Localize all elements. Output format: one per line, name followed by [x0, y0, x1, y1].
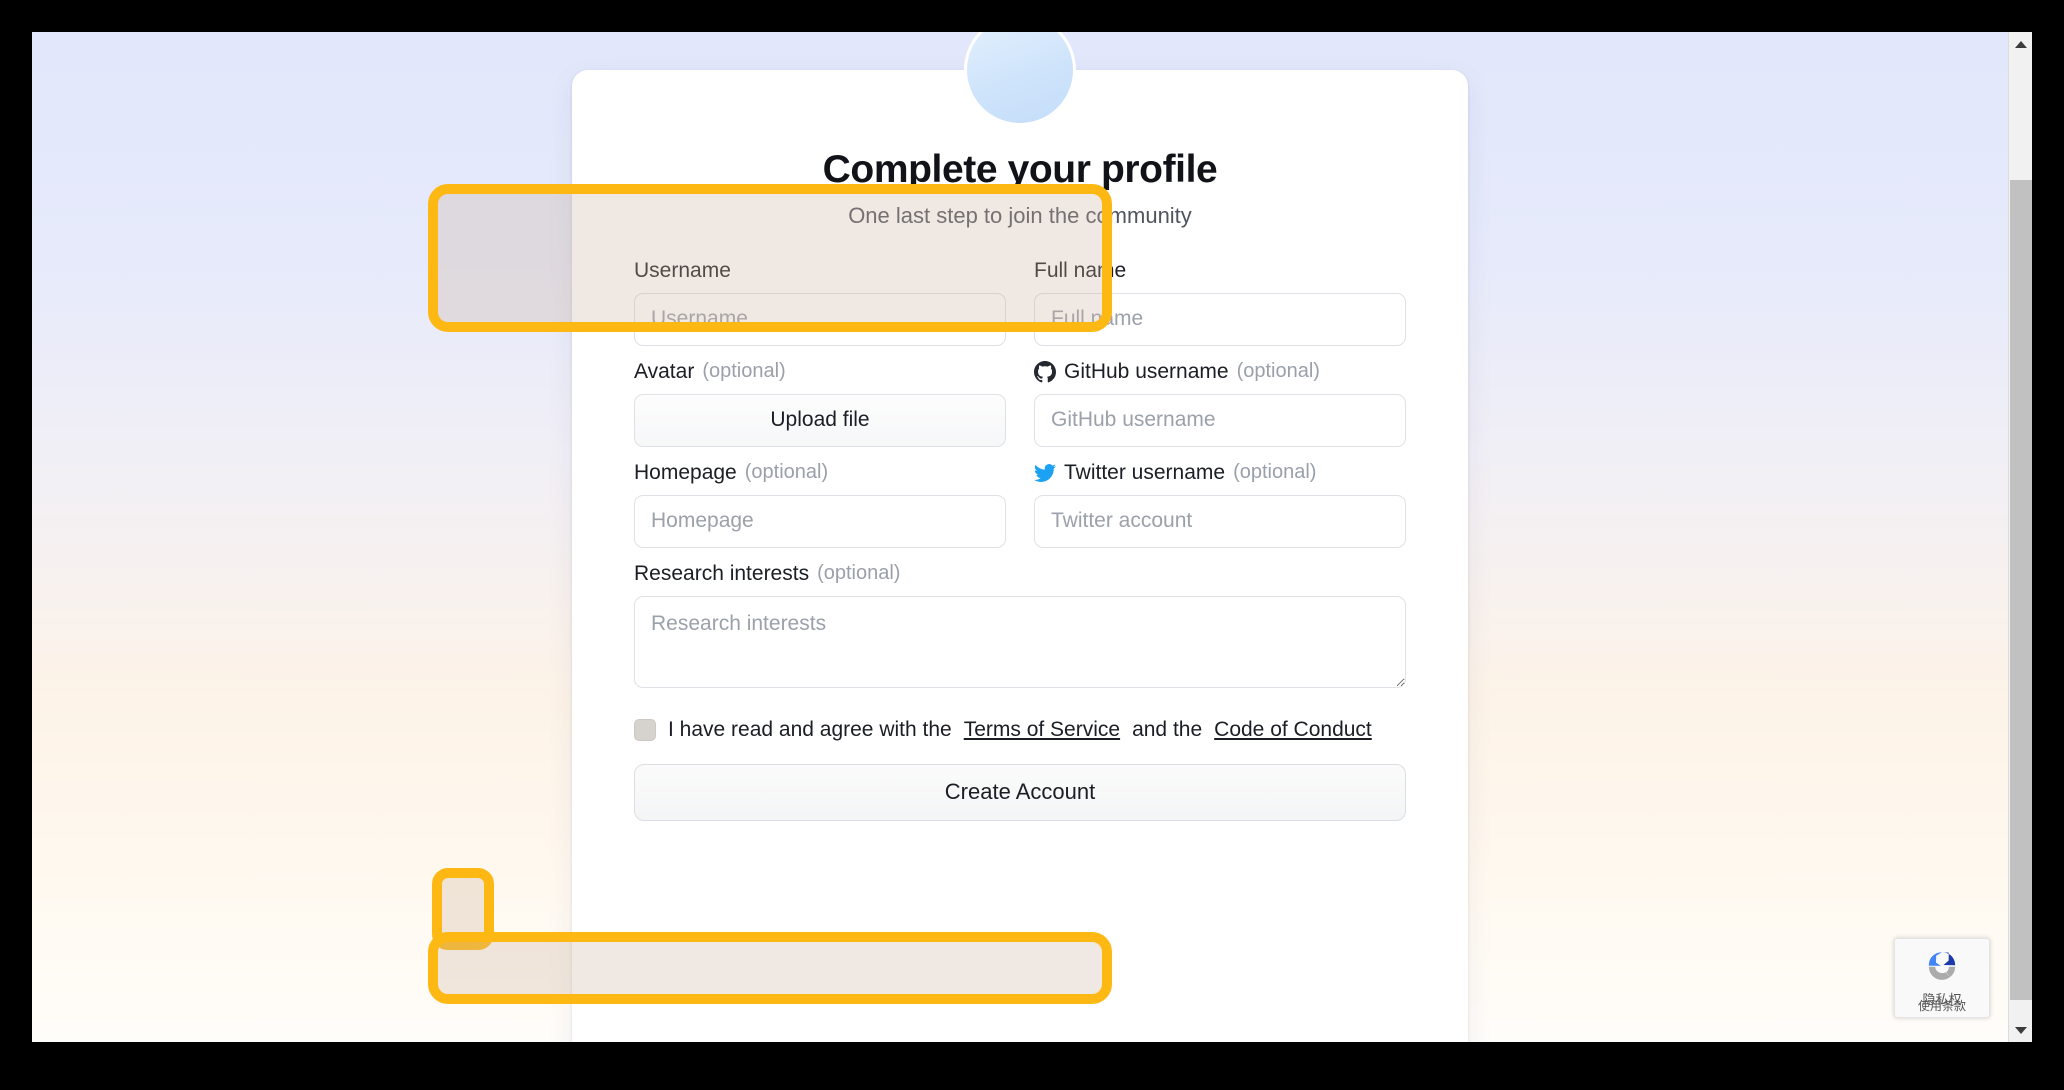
label-research-optional: (optional): [817, 562, 901, 585]
field-twitter: Twitter username (optional): [1034, 461, 1406, 562]
twitter-icon: [1034, 462, 1056, 484]
page-scrollbar[interactable]: [2008, 32, 2032, 1042]
label-homepage: Homepage (optional): [634, 461, 1006, 485]
label-avatar: Avatar (optional): [634, 360, 1006, 384]
label-github-text: GitHub username: [1064, 359, 1229, 383]
label-username-text: Username: [634, 258, 731, 282]
label-avatar-optional: (optional): [702, 360, 786, 383]
field-github: GitHub username (optional): [1034, 360, 1406, 461]
field-research-interests: Research interests (optional): [634, 562, 1406, 702]
fullname-input[interactable]: [1034, 292, 1406, 346]
agree-text-before: I have read and agree with the: [668, 717, 952, 741]
label-homepage-text: Homepage: [634, 460, 737, 484]
github-icon: [1034, 360, 1056, 383]
label-research-text: Research interests: [634, 561, 810, 585]
recaptcha-terms-text[interactable]: 使用条款: [1895, 997, 1989, 1014]
label-twitter-text: Twitter username: [1064, 460, 1226, 484]
label-github: GitHub username (optional): [1034, 360, 1406, 384]
highlight-terms-checkbox: [432, 868, 494, 950]
recaptcha-logo-icon: [1921, 947, 1963, 989]
profile-card: Complete your profile One last step to j…: [572, 32, 1468, 1042]
label-username: Username: [634, 259, 1006, 283]
profile-form: Username Full name Avatar (optional): [634, 259, 1406, 702]
browser-frame: Complete your profile One last step to j…: [0, 0, 2064, 1090]
field-fullname: Full name: [1034, 259, 1406, 360]
research-interests-textarea[interactable]: [634, 595, 1406, 688]
label-fullname-text: Full name: [1034, 258, 1127, 282]
recaptcha-badge[interactable]: 隐私权 使用条款: [1894, 938, 1990, 1018]
label-avatar-text: Avatar: [634, 359, 695, 383]
page-viewport: Complete your profile One last step to j…: [32, 32, 2032, 1042]
field-avatar: Avatar (optional) Upload file: [634, 360, 1006, 461]
terms-of-service-link[interactable]: Terms of Service: [964, 718, 1120, 742]
upload-file-button[interactable]: Upload file: [634, 393, 1006, 447]
page-title: Complete your profile: [822, 148, 1218, 191]
agree-text-middle: and the: [1132, 717, 1203, 741]
username-input[interactable]: [634, 292, 1006, 346]
label-fullname: Full name: [1034, 259, 1406, 283]
scroll-down-arrow[interactable]: [2009, 1018, 2032, 1042]
label-research-interests: Research interests (optional): [634, 562, 1406, 586]
create-account-button[interactable]: Create Account: [634, 763, 1406, 821]
terms-agreement-row: I have read and agree with the Terms of …: [634, 718, 1406, 742]
terms-agreement-checkbox[interactable]: [634, 718, 656, 741]
page-subtitle: One last step to join the community: [848, 202, 1192, 228]
label-twitter-optional: (optional): [1233, 461, 1317, 484]
code-of-conduct-link[interactable]: Code of Conduct: [1214, 718, 1372, 742]
homepage-input[interactable]: [634, 494, 1006, 548]
label-homepage-optional: (optional): [744, 461, 829, 484]
scroll-up-arrow[interactable]: [2009, 32, 2032, 56]
twitter-username-input[interactable]: [1034, 494, 1406, 548]
label-github-optional: (optional): [1236, 360, 1320, 383]
field-username: Username: [634, 259, 1006, 360]
scrollbar-thumb[interactable]: [2010, 180, 2032, 1000]
field-homepage: Homepage (optional): [634, 461, 1006, 562]
github-username-input[interactable]: [1034, 393, 1406, 447]
label-twitter: Twitter username (optional): [1034, 461, 1406, 485]
